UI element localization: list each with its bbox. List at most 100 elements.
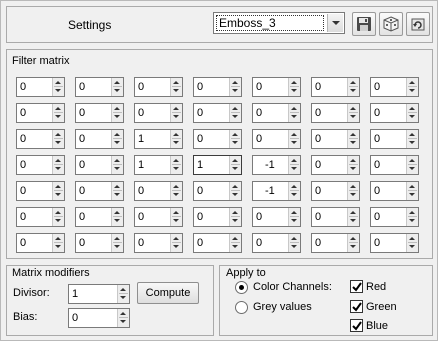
spin-arrows-icon[interactable]: [111, 208, 123, 226]
matrix-cell-spinbox[interactable]: 0: [16, 129, 65, 149]
spin-arrows-icon[interactable]: [52, 208, 64, 226]
matrix-cell-spinbox[interactable]: 0: [134, 233, 183, 253]
matrix-cell-spinbox[interactable]: 0: [75, 103, 124, 123]
matrix-cell-spinbox[interactable]: 0: [16, 181, 65, 201]
matrix-cell-spinbox[interactable]: 1: [134, 129, 183, 149]
spin-arrows-icon[interactable]: [406, 234, 418, 252]
matrix-cell-spinbox[interactable]: 0: [252, 207, 301, 227]
spin-arrows-icon[interactable]: [111, 234, 123, 252]
spin-arrows-icon[interactable]: [347, 156, 359, 174]
matrix-cell-spinbox[interactable]: 0: [370, 181, 419, 201]
matrix-cell-spinbox[interactable]: 0: [75, 181, 124, 201]
matrix-cell-spinbox[interactable]: 0: [134, 181, 183, 201]
matrix-cell-spinbox[interactable]: 0: [16, 103, 65, 123]
spin-arrows-icon[interactable]: [288, 104, 300, 122]
spin-arrows-icon[interactable]: [406, 130, 418, 148]
matrix-cell-spinbox[interactable]: 0: [134, 207, 183, 227]
matrix-cell-spinbox[interactable]: 0: [311, 129, 360, 149]
reset-button[interactable]: [406, 12, 430, 36]
matrix-cell-spinbox[interactable]: 0: [370, 155, 419, 175]
grey-values-radio[interactable]: [235, 301, 248, 314]
matrix-cell-spinbox[interactable]: 0: [311, 233, 360, 253]
spin-arrows-icon[interactable]: [170, 130, 182, 148]
matrix-cell-spinbox[interactable]: 0: [252, 103, 301, 123]
matrix-cell-spinbox[interactable]: 0: [370, 207, 419, 227]
matrix-cell-spinbox[interactable]: 1: [193, 155, 242, 175]
spin-arrows-icon[interactable]: [347, 234, 359, 252]
spin-arrows-icon[interactable]: [52, 234, 64, 252]
compute-button[interactable]: Compute: [137, 282, 199, 304]
spin-arrows-icon[interactable]: [288, 182, 300, 200]
blue-label[interactable]: Blue: [366, 320, 388, 332]
preset-dropdown[interactable]: Emboss_3: [213, 12, 345, 34]
spin-arrows-icon[interactable]: [52, 104, 64, 122]
matrix-cell-spinbox[interactable]: 0: [193, 103, 242, 123]
matrix-cell-spinbox[interactable]: -1: [252, 155, 301, 175]
spin-arrows-icon[interactable]: [111, 104, 123, 122]
spin-arrows-icon[interactable]: [347, 78, 359, 96]
spin-arrows-icon[interactable]: [288, 78, 300, 96]
spin-arrows-icon[interactable]: [288, 208, 300, 226]
grey-values-label[interactable]: Grey values: [253, 301, 312, 313]
matrix-cell-spinbox[interactable]: 0: [252, 77, 301, 97]
spin-arrows-icon[interactable]: [229, 130, 241, 148]
matrix-cell-spinbox[interactable]: 0: [75, 233, 124, 253]
spin-arrows-icon[interactable]: [406, 78, 418, 96]
spin-arrows-icon[interactable]: [170, 104, 182, 122]
matrix-cell-spinbox[interactable]: 0: [370, 77, 419, 97]
spin-arrows-icon[interactable]: [170, 234, 182, 252]
matrix-cell-spinbox[interactable]: 0: [311, 155, 360, 175]
matrix-cell-spinbox[interactable]: 0: [193, 207, 242, 227]
matrix-cell-spinbox[interactable]: 0: [311, 77, 360, 97]
spin-arrows-icon[interactable]: [288, 130, 300, 148]
spin-arrows-icon[interactable]: [52, 78, 64, 96]
matrix-cell-spinbox[interactable]: 0: [193, 181, 242, 201]
spin-arrows-icon[interactable]: [229, 78, 241, 96]
matrix-cell-spinbox[interactable]: 0: [75, 77, 124, 97]
spin-arrows-icon[interactable]: [170, 78, 182, 96]
spin-arrows-icon[interactable]: [111, 130, 123, 148]
matrix-cell-spinbox[interactable]: 0: [370, 129, 419, 149]
matrix-cell-spinbox[interactable]: 0: [16, 155, 65, 175]
spin-arrows-icon[interactable]: [347, 130, 359, 148]
color-channels-label[interactable]: Color Channels:: [253, 281, 332, 293]
red-label[interactable]: Red: [366, 281, 386, 293]
spin-arrows-icon[interactable]: [406, 208, 418, 226]
spin-arrows-icon[interactable]: [52, 156, 64, 174]
bias-spinbox[interactable]: 0: [68, 308, 130, 328]
matrix-cell-spinbox[interactable]: 0: [193, 129, 242, 149]
matrix-cell-spinbox[interactable]: 0: [75, 155, 124, 175]
green-checkbox[interactable]: [350, 300, 363, 313]
matrix-cell-spinbox[interactable]: 0: [16, 233, 65, 253]
spin-arrows-icon[interactable]: [288, 234, 300, 252]
spin-arrows-icon[interactable]: [406, 156, 418, 174]
matrix-cell-spinbox[interactable]: 0: [370, 103, 419, 123]
color-channels-radio[interactable]: [235, 281, 248, 294]
spin-arrows-icon[interactable]: [52, 130, 64, 148]
matrix-cell-spinbox[interactable]: 0: [134, 103, 183, 123]
divisor-spinbox[interactable]: 1: [68, 284, 130, 304]
matrix-cell-spinbox[interactable]: 0: [370, 233, 419, 253]
matrix-cell-spinbox[interactable]: 0: [16, 207, 65, 227]
green-label[interactable]: Green: [366, 301, 397, 313]
spin-arrows-icon[interactable]: [170, 182, 182, 200]
matrix-cell-spinbox[interactable]: 0: [193, 233, 242, 253]
spin-arrows-icon[interactable]: [170, 208, 182, 226]
blue-checkbox[interactable]: [350, 319, 363, 332]
spin-arrows-icon[interactable]: [170, 156, 182, 174]
matrix-cell-spinbox[interactable]: 0: [75, 207, 124, 227]
spin-arrows-icon[interactable]: [288, 156, 300, 174]
spin-arrows-icon[interactable]: [406, 104, 418, 122]
spin-arrows-icon[interactable]: [52, 182, 64, 200]
spin-arrows-icon[interactable]: [347, 208, 359, 226]
matrix-cell-spinbox[interactable]: 0: [311, 103, 360, 123]
matrix-cell-spinbox[interactable]: -1: [252, 181, 301, 201]
matrix-cell-spinbox[interactable]: 1: [134, 155, 183, 175]
spin-arrows-icon[interactable]: [229, 234, 241, 252]
matrix-cell-spinbox[interactable]: 0: [16, 77, 65, 97]
spin-arrows-icon[interactable]: [117, 309, 129, 327]
spin-arrows-icon[interactable]: [347, 104, 359, 122]
spin-arrows-icon[interactable]: [229, 182, 241, 200]
spin-arrows-icon[interactable]: [111, 182, 123, 200]
spin-arrows-icon[interactable]: [347, 182, 359, 200]
